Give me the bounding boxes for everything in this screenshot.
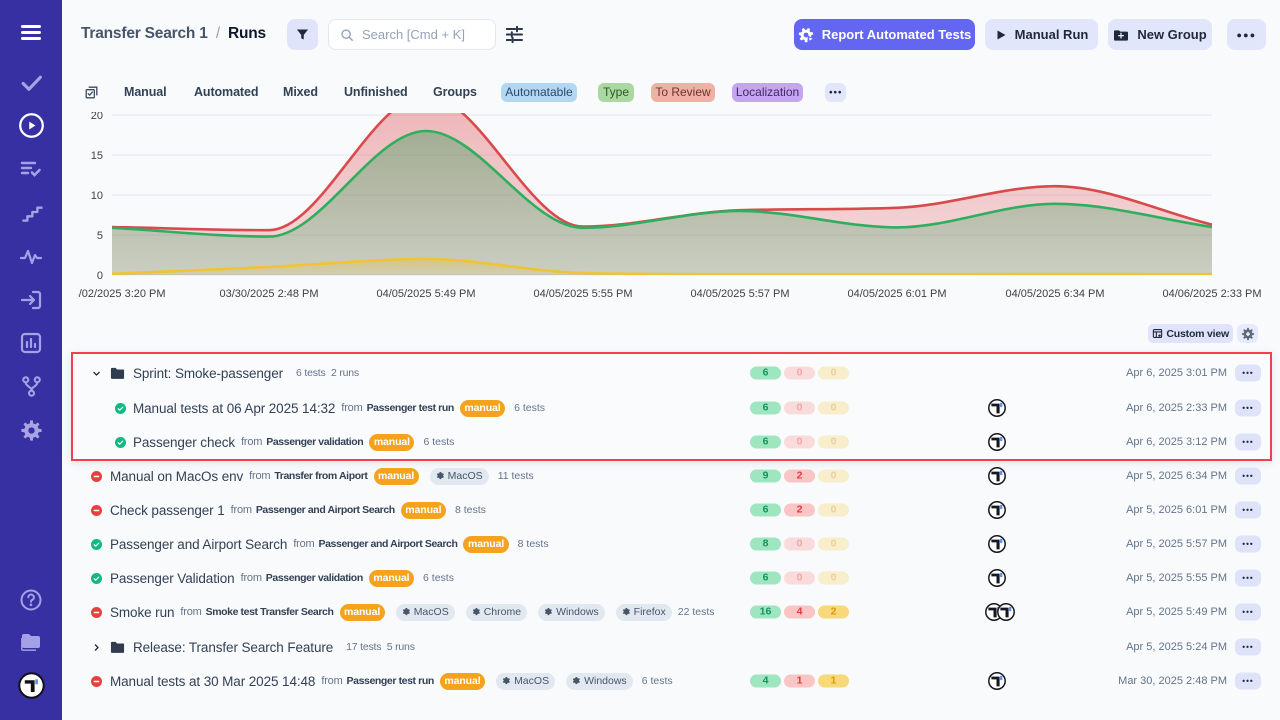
svg-text:04/05/2025 5:57 PM: 04/05/2025 5:57 PM — [690, 288, 789, 300]
svg-text:10: 10 — [91, 190, 103, 202]
svg-text:15: 15 — [91, 150, 103, 162]
svg-text:04/05/2025 5:49 PM: 04/05/2025 5:49 PM — [376, 288, 475, 300]
svg-text:5: 5 — [97, 230, 103, 242]
svg-text:04/05/2025 5:55 PM: 04/05/2025 5:55 PM — [533, 288, 632, 300]
svg-text:04/05/2025 6:01 PM: 04/05/2025 6:01 PM — [847, 288, 946, 300]
svg-text:0: 0 — [97, 270, 103, 282]
svg-text:03/30/2025 2:48 PM: 03/30/2025 2:48 PM — [219, 288, 318, 300]
svg-text:04/05/2025 6:34 PM: 04/05/2025 6:34 PM — [1005, 288, 1104, 300]
svg-text:04/02/2025 3:20 PM: 04/02/2025 3:20 PM — [78, 288, 166, 300]
svg-text:04/06/2025 2:33 PM: 04/06/2025 2:33 PM — [1162, 288, 1261, 300]
